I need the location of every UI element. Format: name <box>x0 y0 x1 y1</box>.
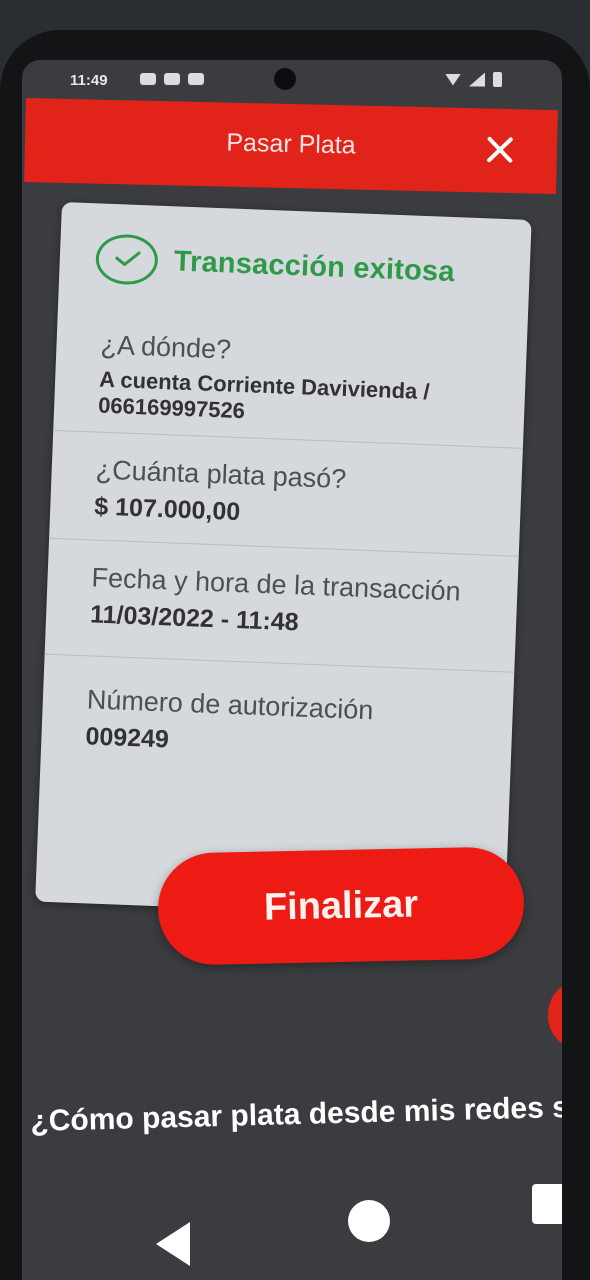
datetime-section: Fecha y hora de la transacción 11/03/202… <box>44 537 519 672</box>
back-icon[interactable] <box>156 1222 190 1266</box>
floating-help-button[interactable] <box>548 980 562 1050</box>
promo-link[interactable]: ¿Cómo pasar plata desde mis redes soc <box>30 1090 562 1139</box>
success-banner: Transacción exitosa <box>94 233 456 297</box>
phone-screen: 11:49 Pasar Plata Transacción exitosa ¿A… <box>22 60 562 1280</box>
system-icons <box>445 72 502 87</box>
finalize-button[interactable]: Finalizar <box>156 846 526 966</box>
destination-section: ¿A dónde? A cuenta Corriente Davivienda … <box>53 302 528 448</box>
home-icon[interactable] <box>348 1200 390 1242</box>
page-title: Pasar Plata <box>226 128 356 160</box>
amount-section: ¿Cuánta plata pasó? $ 107.000,00 <box>49 429 523 556</box>
destination-value: A cuenta Corriente Davivienda / 06616999… <box>97 366 430 424</box>
status-bar: 11:49 <box>22 60 562 100</box>
signal-icon <box>469 72 485 87</box>
play-icon <box>188 73 204 85</box>
navigation-bar <box>22 1180 562 1280</box>
close-icon[interactable] <box>483 132 518 167</box>
recents-icon[interactable] <box>532 1184 562 1224</box>
receipt-card: Transacción exitosa ¿A dónde? A cuenta C… <box>35 202 532 920</box>
message-icon <box>164 73 180 85</box>
check-circle-icon <box>94 233 159 286</box>
checkmark-icon <box>115 251 141 266</box>
battery-icon <box>493 72 502 87</box>
youtube-icon <box>140 73 156 85</box>
status-time: 11:49 <box>70 72 108 89</box>
authorization-section: Número de autorización 009249 <box>37 653 515 852</box>
app-header: Pasar Plata <box>24 98 558 195</box>
notification-icons <box>140 73 204 85</box>
wifi-icon <box>445 73 461 86</box>
front-camera <box>274 68 296 90</box>
success-text: Transacción exitosa <box>173 244 456 288</box>
